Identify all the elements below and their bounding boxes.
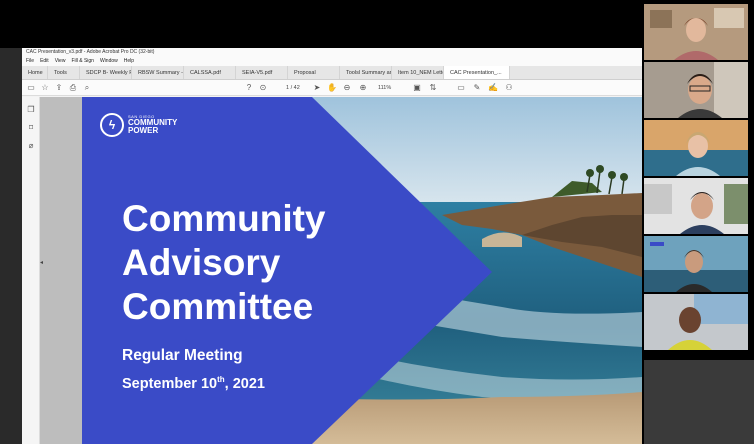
date-sup: th <box>217 375 225 384</box>
sign-icon[interactable]: ✍ <box>488 83 498 93</box>
page-margin <box>40 97 82 444</box>
window-title: CAC Presentation_v3.pdf - Adobe Acrobat … <box>22 48 642 57</box>
save-icon[interactable]: ▭ <box>26 83 36 93</box>
logo-wordmark: SAN DIEGO COMMUNITY POWER <box>128 115 177 135</box>
date-suffix: , 2021 <box>224 375 265 392</box>
attachment-icon[interactable]: ⌀ <box>26 141 36 151</box>
menu-window[interactable]: Window <box>100 57 118 66</box>
left-edge <box>0 48 22 444</box>
comment-icon[interactable]: ▭ <box>456 83 466 93</box>
company-logo: ϟ SAN DIEGO COMMUNITY POWER <box>100 113 177 137</box>
menu-file[interactable]: File <box>26 57 34 66</box>
document-area: ❐ ⌑ ⌀ ◂ ϟ SAN DIEGO COMMUNITY POWER Comm… <box>22 97 642 444</box>
tab-document-active[interactable]: CAC Presentation_... <box>444 66 510 79</box>
pen-icon[interactable]: ✎ <box>472 83 482 93</box>
search-icon[interactable]: ⌕ <box>82 83 92 93</box>
slide-page: ϟ SAN DIEGO COMMUNITY POWER Community Ad… <box>82 97 642 444</box>
tab-document[interactable]: CALSSA.pdf <box>184 66 236 79</box>
hand-icon[interactable]: ✋ <box>327 83 337 93</box>
participant-video[interactable] <box>644 120 748 176</box>
tab-document[interactable]: Proposal <box>288 66 340 79</box>
title-line-3: Committee <box>122 286 314 327</box>
menu-help[interactable]: Help <box>124 57 134 66</box>
participant-video[interactable] <box>644 178 748 234</box>
share-icon[interactable]: ⚇ <box>504 83 514 93</box>
upload-icon[interactable]: ⇪ <box>54 83 64 93</box>
tab-document[interactable]: SDCP B- Weekly Re... <box>80 66 132 79</box>
fit-page-icon[interactable]: ▣ <box>412 83 422 93</box>
screen: CAC Presentation_v3.pdf - Adobe Acrobat … <box>0 0 754 444</box>
zoom-out-icon[interactable]: ⊖ <box>342 83 352 93</box>
slide-title: Community Advisory Committee <box>122 197 372 329</box>
collapse-arrow-icon[interactable]: ◂ <box>40 259 44 269</box>
participant-video[interactable] <box>644 4 748 60</box>
tab-bar: Home Tools SDCP B- Weekly Re... RBSW Sum… <box>22 66 642 80</box>
tab-document[interactable]: Toolsl Summary an... <box>340 66 392 79</box>
lightning-logo-icon: ϟ <box>100 113 124 137</box>
zoom-level[interactable]: 111% <box>378 83 391 93</box>
logo-line2: POWER <box>128 126 159 135</box>
tab-document[interactable]: SEIA-V5.pdf <box>236 66 288 79</box>
slide-date: September 10th, 2021 <box>122 375 265 392</box>
participant-video[interactable] <box>644 62 748 118</box>
title-line-1: Community <box>122 198 326 239</box>
tab-document[interactable]: RBSW Summary - ... <box>132 66 184 79</box>
menu-fill-sign[interactable]: Fill & Sign <box>71 57 94 66</box>
zoom-in-icon[interactable]: ⊕ <box>358 83 368 93</box>
bookmark-star-icon[interactable]: ☆ <box>40 83 50 93</box>
menu-bar: File Edit View Fill & Sign Window Help <box>22 57 642 66</box>
menu-view[interactable]: View <box>55 57 66 66</box>
left-sidebar: ❐ ⌑ ⌀ <box>22 97 40 444</box>
help-icon[interactable]: ? <box>244 83 254 93</box>
download-icon[interactable]: ⊙ <box>258 83 268 93</box>
toolbar: ▭ ☆ ⇪ ⎙ ⌕ ? ⊙ 1 / 42 ➤ ✋ ⊖ ⊕ 111% ▣ ⇅ ▭ … <box>22 80 642 96</box>
date-prefix: September 10 <box>122 375 218 392</box>
acrobat-window: CAC Presentation_v3.pdf - Adobe Acrobat … <box>22 48 642 444</box>
gallery-empty-area <box>644 360 754 444</box>
participant-video[interactable] <box>644 294 748 350</box>
tab-home[interactable]: Home <box>22 66 48 79</box>
pages-icon[interactable]: ❐ <box>26 105 36 115</box>
title-line-2: Advisory <box>122 242 281 283</box>
menu-edit[interactable]: Edit <box>40 57 49 66</box>
bookmark-icon[interactable]: ⌑ <box>26 123 36 133</box>
slide-subtitle: Regular Meeting <box>122 347 243 364</box>
cursor-icon[interactable]: ➤ <box>312 83 322 93</box>
page-current[interactable]: 1 <box>286 85 289 91</box>
page-total: / 42 <box>290 85 300 91</box>
participant-video[interactable] <box>644 236 748 292</box>
tab-tools[interactable]: Tools <box>48 66 80 79</box>
page-indicator[interactable]: 1 / 42 <box>286 83 300 93</box>
print-icon[interactable]: ⎙ <box>68 83 78 93</box>
tab-document[interactable]: Item 10_NEM Lette... <box>392 66 444 79</box>
scroll-mode-icon[interactable]: ⇅ <box>428 83 438 93</box>
